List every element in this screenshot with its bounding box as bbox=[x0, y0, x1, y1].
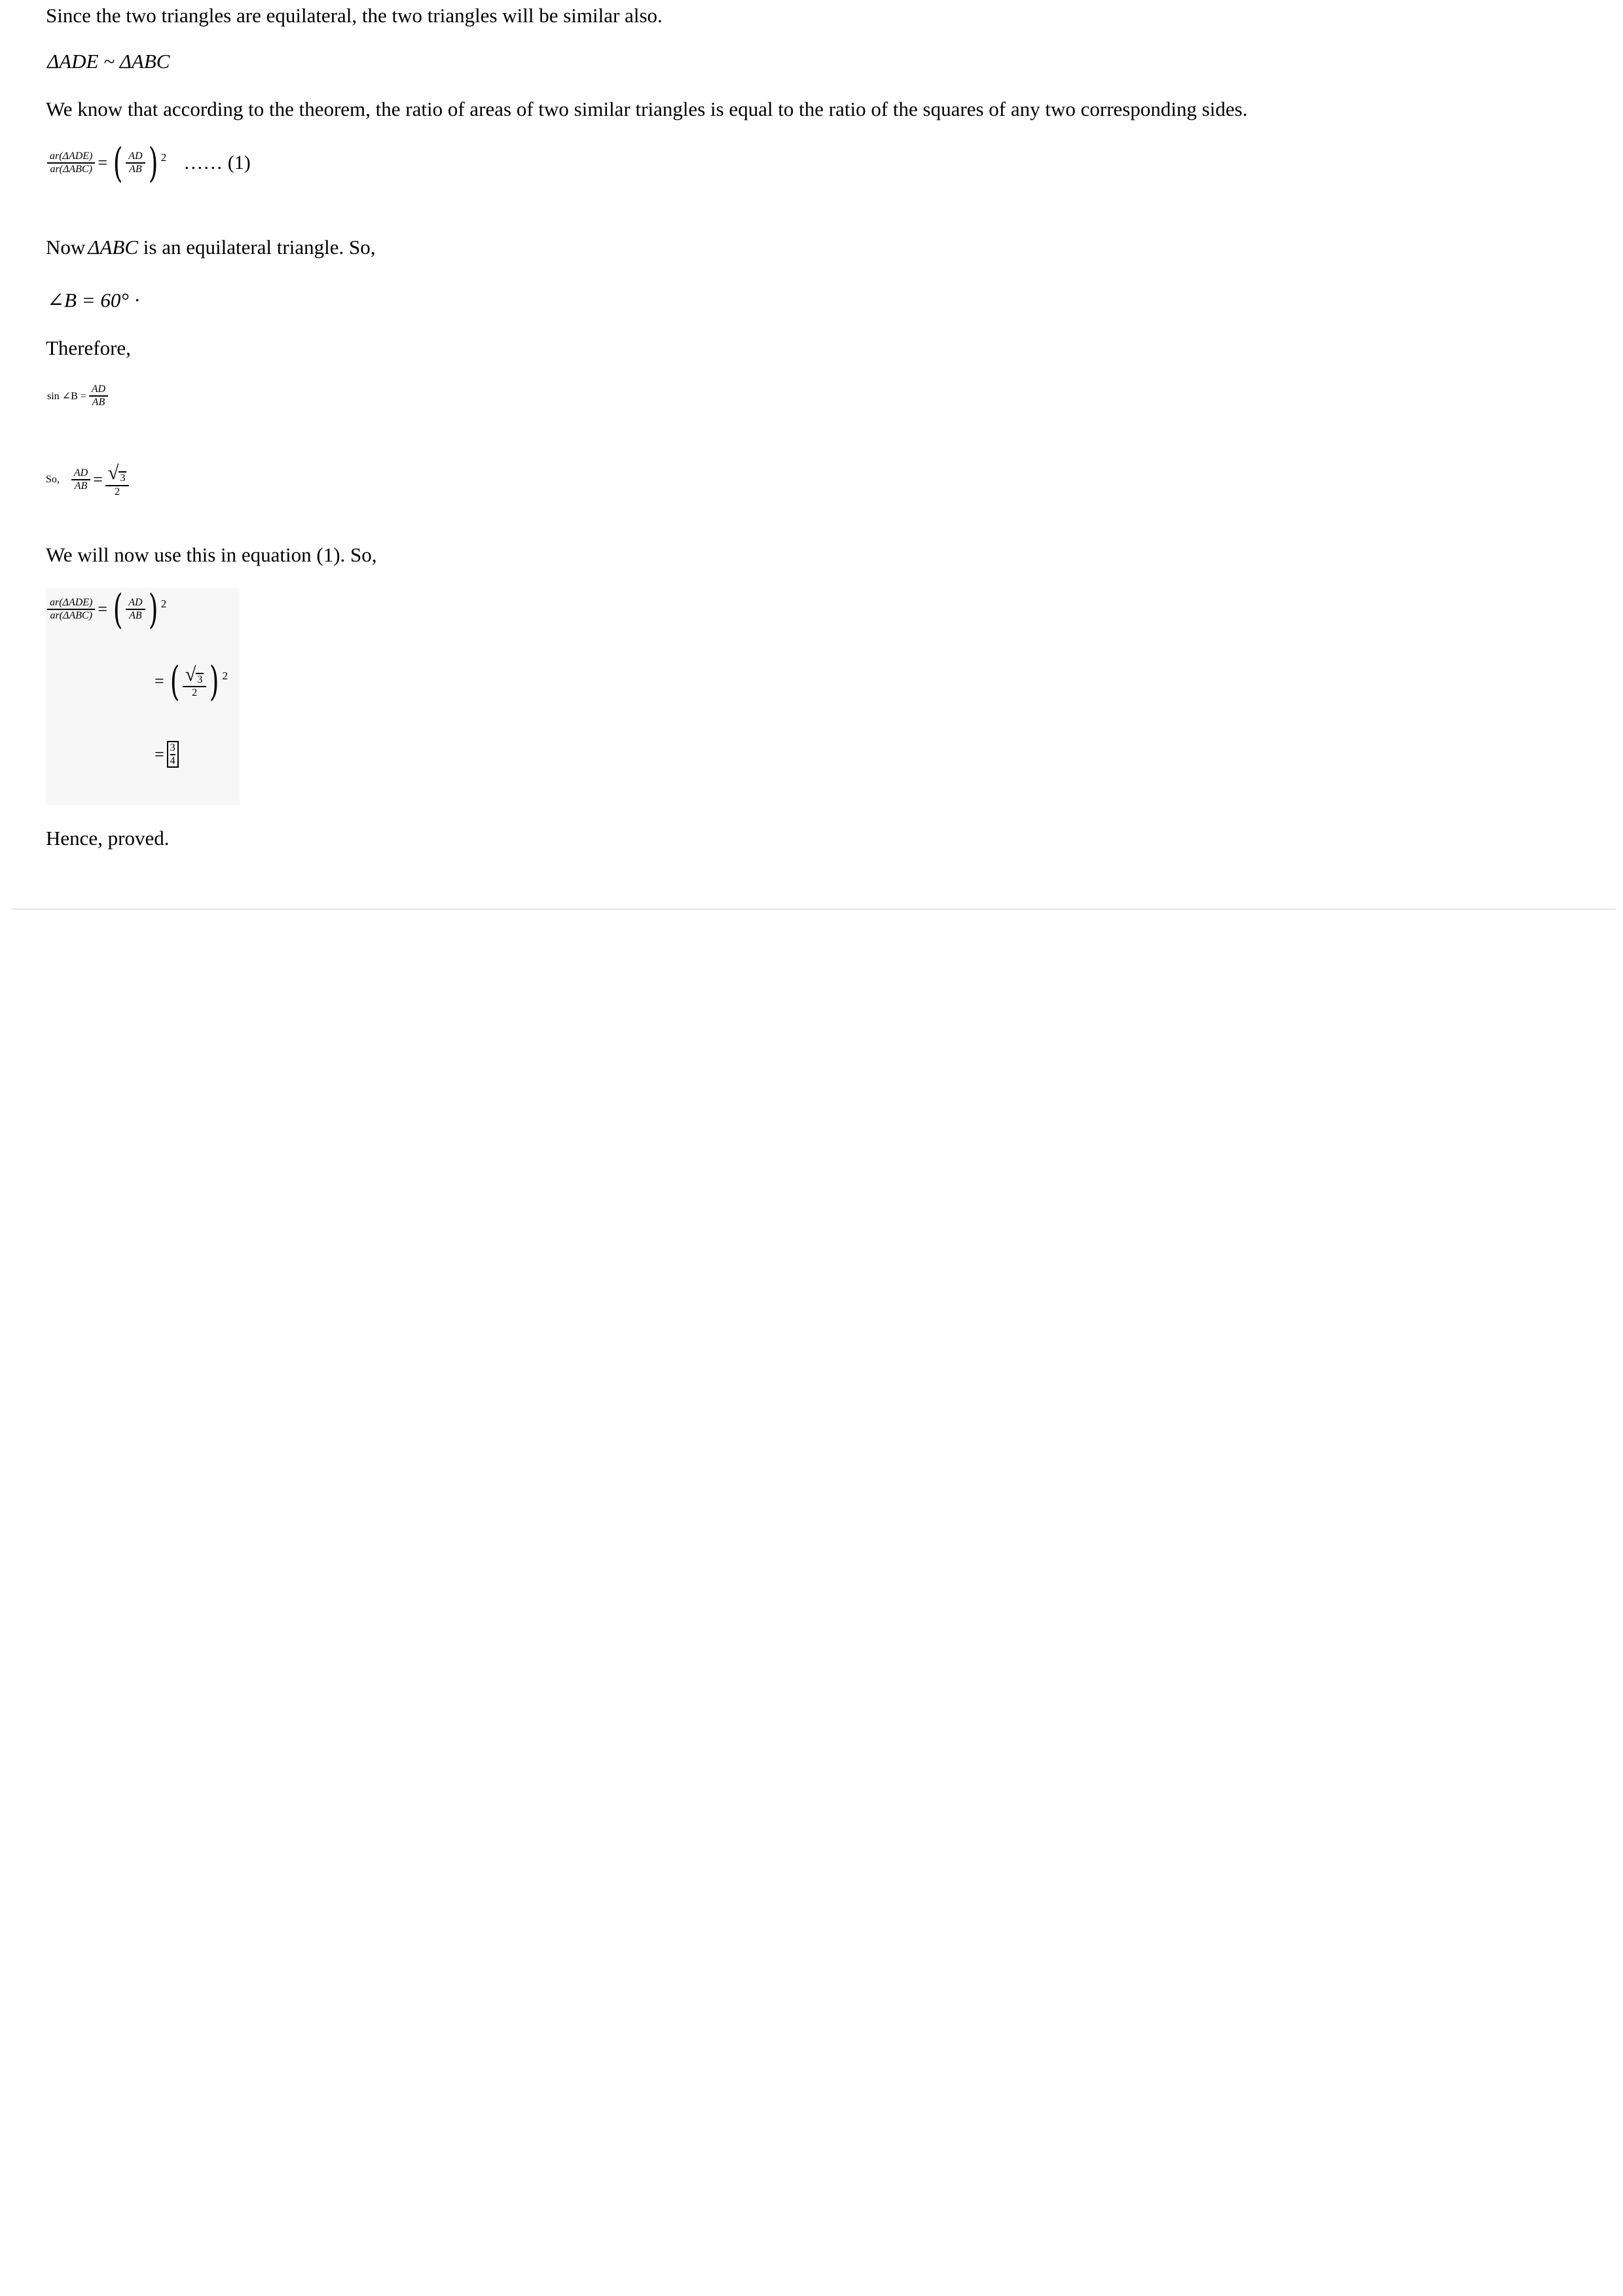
fraction-ad-ab: AD AB bbox=[126, 151, 145, 176]
math-similarity: ΔADE ~ ΔABC bbox=[47, 50, 170, 73]
document-page: Since the two triangles are equilateral,… bbox=[0, 0, 1623, 2296]
text-theorem: We know that according to the theorem, t… bbox=[46, 98, 1248, 120]
derivation-step-3: = 3 4 bbox=[152, 741, 179, 768]
math-angle-b: ∠B = 60° · bbox=[47, 289, 141, 312]
fraction-sqrt3-2: √ 3 2 bbox=[105, 462, 130, 498]
fraction-ad-ab-so: AD AB bbox=[71, 467, 91, 493]
fraction-ad-ab-sin: AD AB bbox=[88, 384, 109, 409]
text-equilateral-similar: Since the two triangles are equilateral,… bbox=[46, 4, 663, 27]
derivation-step-2: = ( √ 3 2 ) 2 bbox=[155, 657, 228, 705]
equation-ad-ab-value: So, AD AB = √ 3 2 bbox=[46, 462, 130, 498]
text-abc-equilateral: Now ΔABC is an equilateral triangle. So, bbox=[46, 236, 376, 259]
page-divider bbox=[12, 908, 1616, 910]
equation-1: ar(ΔADE) ar(ΔABC) = ( AD AB ) 2 …… (1) bbox=[47, 143, 251, 183]
derivation-step-1: ar(ΔADE) ar(ΔABC) = ( AD AB ) 2 bbox=[47, 589, 166, 630]
equation-label-1: …… (1) bbox=[183, 152, 251, 173]
text-use-equation: We will now use this in equation (1). So… bbox=[46, 543, 377, 566]
text-therefore: Therefore, bbox=[46, 336, 131, 359]
equation-sin-b: sin ∠B = AD AB bbox=[47, 384, 109, 409]
text-hence-proved: Hence, proved. bbox=[46, 827, 170, 850]
fraction-area-ratio: ar(ΔADE) ar(ΔABC) bbox=[47, 151, 96, 176]
boxed-answer: 3 4 bbox=[166, 741, 179, 768]
